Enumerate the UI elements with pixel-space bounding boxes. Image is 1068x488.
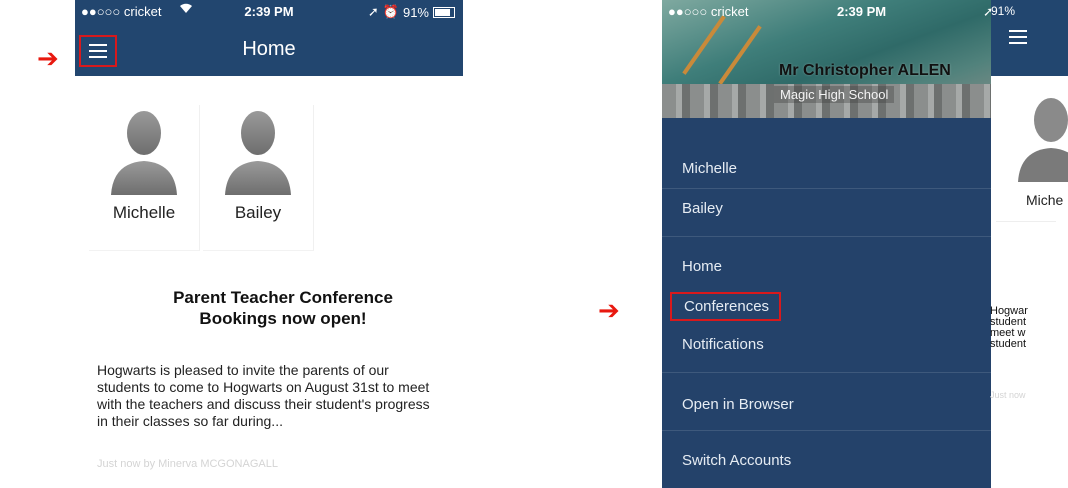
- avatar-silhouette-icon: [1018, 98, 1068, 182]
- school-name: Magic High School: [774, 86, 895, 103]
- underlying-navigation-bar: 91%: [991, 0, 1068, 76]
- drawer-screen: ●●○○○ cricket 2:39 PM ➚ Mr Christopher A…: [662, 0, 1068, 488]
- news-title-line-1: Parent Teacher Conference: [173, 288, 393, 307]
- menu-item-conferences[interactable]: Conferences: [670, 292, 782, 321]
- underlying-news-body: Hogwar student meet w student: [990, 306, 1068, 350]
- menu-item-home[interactable]: Home: [682, 258, 722, 275]
- location-icon: ➚: [983, 4, 991, 19]
- news-meta: Just now by Minerva MCGONAGALL: [97, 458, 278, 470]
- home-screen: ●●○○○ cricket 2:39 PM ➚ ⏰ 91% Home Miche…: [75, 0, 463, 488]
- header-background-image: [682, 15, 726, 75]
- navigation-bar: ●●○○○ cricket 2:39 PM ➚ ⏰ 91% Home: [75, 0, 463, 76]
- menu-item-switch-accounts[interactable]: Switch Accounts: [682, 452, 791, 469]
- divider: [662, 188, 991, 189]
- peek-text-line: student: [990, 338, 1027, 350]
- location-icon: ➚: [367, 4, 379, 19]
- status-right: ➚ ⏰ 91%: [368, 4, 455, 20]
- page-title: Home: [242, 38, 296, 60]
- menu-item-open-in-browser[interactable]: Open in Browser: [682, 396, 794, 413]
- avatar-silhouette-icon: [111, 111, 177, 195]
- drawer-student-michelle[interactable]: Michelle: [682, 160, 737, 177]
- underlying-news-meta: Just now: [990, 390, 1026, 400]
- news-body: Hogwarts is pleased to invite the parent…: [97, 362, 430, 429]
- annotation-arrow-right: ➔: [598, 296, 620, 326]
- battery-percent: 91%: [402, 4, 429, 20]
- drawer-student-bailey[interactable]: Bailey: [682, 200, 723, 217]
- divider: [662, 236, 991, 237]
- status-bar: ●●○○○ cricket 2:39 PM ➚ ⏰ 91%: [75, 0, 463, 22]
- hamburger-menu-icon[interactable]: [1009, 30, 1027, 44]
- student-card-michelle[interactable]: Michelle: [89, 105, 200, 251]
- carrier-label: ●●○○○ cricket: [668, 4, 749, 19]
- battery-percent: 91%: [991, 4, 1016, 18]
- menu-item-notifications[interactable]: Notifications: [682, 336, 764, 353]
- battery-icon: [433, 6, 455, 18]
- student-name: Michelle: [112, 203, 176, 222]
- annotation-arrow-left: ➔: [37, 44, 59, 74]
- student-name: Bailey: [234, 203, 282, 222]
- divider: [996, 221, 1056, 222]
- avatar-silhouette-icon: [225, 111, 291, 195]
- news-title-line-2: Bookings now open!: [199, 309, 367, 328]
- student-card-bailey[interactable]: Bailey: [203, 105, 314, 251]
- divider: [662, 372, 991, 373]
- header-background-rail: [718, 25, 762, 85]
- user-name: Mr Christopher ALLEN: [779, 62, 951, 79]
- news-title[interactable]: Parent Teacher Conference Bookings now o…: [75, 287, 463, 329]
- divider: [662, 430, 991, 431]
- alarm-icon: ⏰: [382, 4, 399, 19]
- underlying-student-name: Miche: [1026, 192, 1064, 208]
- status-bar: ●●○○○ cricket 2:39 PM ➚: [662, 0, 991, 22]
- status-right: ➚: [983, 4, 991, 20]
- status-time: 2:39 PM: [837, 4, 887, 19]
- drawer-header: ●●○○○ cricket 2:39 PM ➚ Mr Christopher A…: [662, 0, 991, 118]
- side-drawer: ●●○○○ cricket 2:39 PM ➚ Mr Christopher A…: [662, 0, 991, 488]
